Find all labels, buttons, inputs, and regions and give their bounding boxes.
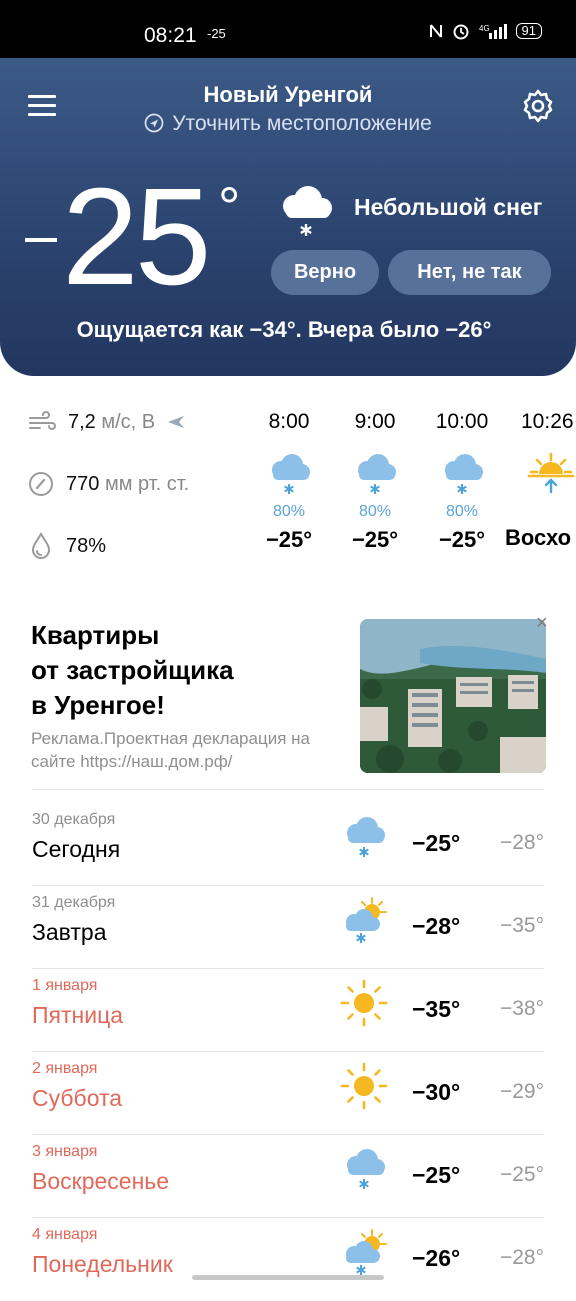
hourly-item[interactable]: 10:00 80% −25° [417,410,507,553]
condition-text: Небольшой снег [354,194,543,220]
day-high-temp: −25° [412,1162,461,1188]
hour-time: 8:00 [268,410,310,433]
hour-precip-prob: 80% [272,503,306,520]
refine-location-label: Уточнить местоположение [172,112,432,135]
ad-title[interactable]: Квартиры от застройщика в Уренгое! [31,618,234,723]
sun-cloud-snow-icon [346,1229,387,1275]
battery-icon: 91 [515,23,542,39]
forecast-day[interactable]: 1 января Пятница −35° −38° [32,969,544,1052]
ad-title-line: в Уренгое! [31,690,165,720]
hourly-item[interactable]: 9:00 80% −25° [330,410,420,553]
gear-icon[interactable] [520,88,556,124]
forecast-day[interactable]: 4 января Понедельник −26° −28° [32,1218,544,1301]
snow-cloud-icon [283,186,332,236]
hour-precip-prob: 80% [358,503,392,520]
day-name: Завтра [32,919,107,945]
day-low-temp: −28° [499,1246,544,1269]
hourly-item[interactable]: 10:26 Восхо [503,410,576,551]
hour-time: 10:00 [435,410,489,433]
humidity-stat: 78% [28,532,106,560]
hour-temp: −25° [265,527,313,552]
day-high-temp: −28° [412,913,461,939]
wind-icon [29,411,56,430]
day-name: Сегодня [32,836,121,862]
pressure-stat: 770 мм рт. ст. [28,471,189,497]
hour-precip-prob: 80% [445,503,479,520]
hour-temp: −25° [351,527,399,552]
home-indicator[interactable] [192,1275,384,1280]
day-date: 1 января [32,977,98,994]
humidity-icon [31,532,51,559]
snow-cloud-icon [445,454,483,494]
day-high-temp: −30° [412,1079,461,1105]
day-low-temp: −35° [499,914,544,937]
status-time: 08:21 [144,24,197,47]
wind-stat: 7,2 м/с, В [28,410,185,434]
refine-location-link[interactable]: Уточнить местоположение [0,112,576,136]
day-date: 30 декабря [32,811,116,828]
alarm-icon [453,24,469,40]
current-weather-header: Новый Уренгой Уточнить местоположение 25… [0,58,576,376]
forecast-day[interactable]: 30 декабря Сегодня −25° −28° [32,803,544,886]
day-name: Пятница [32,1002,124,1028]
hour-temp: −25° [438,527,486,552]
sun-icon [340,979,388,1027]
hourly-item[interactable]: 8:00 80% −25° [244,410,334,553]
snow-cloud-icon [347,817,385,857]
wind-unit: м/с, В [101,410,156,433]
nfc-icon [429,24,442,38]
forecast-day[interactable]: 31 декабря Завтра −28° −35° [32,886,544,969]
hour-temp: Восхо [505,525,572,550]
location-icon [144,113,164,133]
forecast-day[interactable]: 3 января Воскресенье −25° −25° [32,1135,544,1218]
snow-cloud-icon [272,454,310,494]
degree-sign: ° [218,175,241,238]
signal-icon: 4G [479,24,507,39]
reject-weather-button[interactable]: Нет, не так [388,250,551,295]
sun-icon [340,1062,388,1110]
day-date: 4 января [32,1226,98,1243]
day-name: Воскресенье [32,1168,170,1194]
close-ad-icon[interactable]: × [536,612,548,635]
current-temperature: 25 [62,160,211,314]
sun-cloud-snow-icon [346,897,387,943]
day-name: Понедельник [32,1251,173,1277]
hour-time: 9:00 [354,410,396,433]
day-high-temp: −25° [412,830,461,856]
status-bar: 08:21 -25 4G 91 [0,0,576,58]
feels-like-text: Ощущается как −34°. Вчера было −26° [76,317,492,342]
day-high-temp: −35° [412,996,461,1022]
day-low-temp: −28° [499,831,544,854]
hour-time: 10:26 [521,410,574,433]
day-name: Суббота [32,1085,123,1111]
day-low-temp: −25° [499,1163,544,1186]
sunrise-icon [527,452,575,494]
day-high-temp: −26° [412,1245,461,1271]
day-date: 2 января [32,1060,98,1077]
ad-title-line: Квартиры [31,620,160,650]
pressure-value: 770 [66,472,100,495]
confirm-weather-button[interactable]: Верно [271,250,379,295]
ad-disclaimer: Реклама.Проектная декларация на сайте ht… [31,729,310,771]
day-low-temp: −38° [499,997,544,1020]
day-low-temp: −29° [499,1080,544,1103]
status-icons: 4G 91 [429,22,542,40]
wind-value: 7,2 [68,410,96,433]
temperature-minus-sign [25,238,57,242]
pressure-unit: мм рт. ст. [104,472,190,495]
forecast-day[interactable]: 2 января Суббота −30° −29° [32,1052,544,1135]
day-date: 31 декабря [32,894,116,911]
city-name[interactable]: Новый Уренгой [0,82,576,108]
divider [32,789,544,790]
snow-cloud-icon [358,454,396,494]
humidity-value: 78% [66,534,107,557]
svg-text:4G: 4G [479,24,490,33]
snow-cloud-icon [347,1149,385,1189]
day-date: 3 января [32,1143,98,1160]
status-temp: -25 [207,26,226,41]
pressure-icon [29,472,53,496]
ad-image[interactable] [360,619,546,773]
ad-title-line: от застройщика [31,655,234,685]
wind-direction-icon [168,416,185,428]
